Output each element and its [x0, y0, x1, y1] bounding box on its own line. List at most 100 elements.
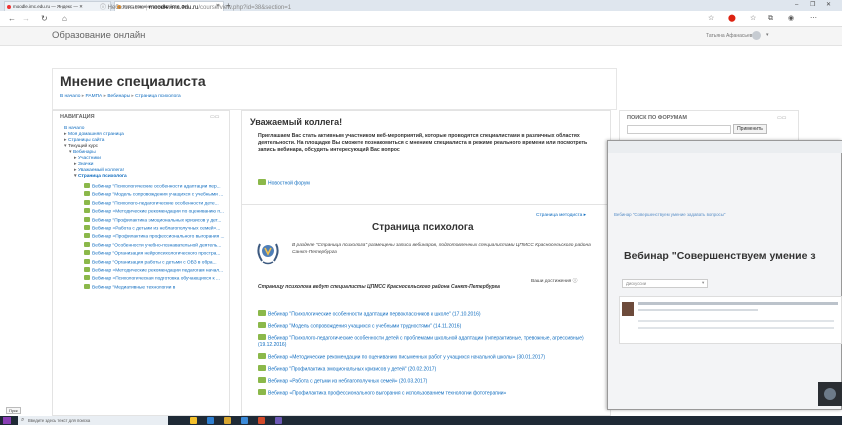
block-toggle-icon[interactable]: ▭▭	[210, 114, 219, 120]
forum-icon	[84, 275, 90, 281]
forum-icon	[84, 241, 90, 247]
forum-icon	[258, 179, 266, 185]
app-icon[interactable]	[275, 417, 282, 424]
forum-icon	[84, 233, 90, 239]
apply-button[interactable]: Применить	[733, 124, 767, 134]
nav-webinar-item[interactable]: Вебинар "Медиативные технологии в	[84, 283, 226, 292]
overlay-title: Вебинар "Совершенствуем умение з	[624, 250, 816, 262]
tab-label: moodle.imc.edu.ru — Яндекс — ✕	[13, 3, 83, 9]
breadcrumb-rampa[interactable]: РАМПА	[86, 94, 103, 99]
nav-webinar-item[interactable]: Вебинар «Профилактика профессионального …	[84, 233, 226, 241]
overlapping-window	[607, 140, 842, 410]
post-body-line	[638, 320, 834, 322]
forum-search-input[interactable]	[627, 125, 731, 134]
video-thumbnail[interactable]	[818, 382, 842, 406]
security-label: Небезопасно	[107, 5, 145, 11]
forum-icon	[84, 208, 90, 214]
nav-webinar-item[interactable]: Вебинар "Психолого-педагогические особен…	[84, 199, 226, 208]
achievements-link[interactable]: Ваши достижения ⓘ	[531, 277, 577, 284]
mail-icon[interactable]	[241, 417, 248, 424]
maximize-button[interactable]: ❐	[810, 0, 815, 11]
forum-icon	[258, 352, 266, 359]
navigation-tree: В начало ▸ Моя домашняя страница ▸ Страниц…	[60, 126, 127, 180]
news-forum-link[interactable]: Новостной форум	[258, 179, 310, 187]
user-menu[interactable]: Татьяна Афанасьева	[706, 33, 755, 39]
yandex-icon	[7, 4, 11, 9]
psychologist-intro: В разделе "Страница психолога" размещены…	[292, 243, 591, 255]
more-icon[interactable]: ⋯	[810, 11, 817, 27]
nav-webinar-item[interactable]: Вебинар «Работа с детьми из неблагополуч…	[84, 224, 226, 233]
forum-icon	[84, 191, 90, 197]
forum-icon	[84, 250, 90, 256]
url-field[interactable]: ⓘ Небезопасно | moodle.imc.edu.ru/course…	[100, 3, 291, 14]
forum-icon	[84, 183, 90, 188]
favorites-icon[interactable]: ☆	[750, 11, 756, 27]
forum-icon	[258, 388, 266, 395]
breadcrumb-psychologist[interactable]: Страница психолога	[135, 94, 181, 99]
nav-webinar-item[interactable]: Вебинар "Психологические особенности ада…	[84, 183, 226, 191]
forum-icon	[84, 283, 90, 289]
webinar-link[interactable]: Вебинар «Профилактика профессионального …	[258, 388, 606, 397]
discussion-select[interactable]: Дискуссии	[622, 279, 708, 288]
breadcrumb-home[interactable]: В начало	[60, 94, 80, 99]
post-meta-line	[638, 309, 758, 311]
overlay-address-bar	[608, 141, 842, 153]
collections-icon[interactable]: ⧉	[768, 11, 773, 27]
forum-icon	[258, 310, 266, 316]
webinar-link[interactable]: Вебинар «Работа с детьми из неблагополуч…	[258, 376, 606, 385]
edge-browser-icon[interactable]	[207, 417, 214, 424]
page-title: Мнение специалиста	[60, 73, 206, 89]
breadcrumb-webinars[interactable]: Вебинары	[107, 94, 130, 99]
taskbar-search[interactable]: Введите здесь текст для поиска	[18, 416, 168, 425]
overlay-breadcrumb[interactable]: Вебинар "Совершенствуем умение задавать …	[614, 212, 725, 217]
webinar-link[interactable]: Вебинар "Модель сопровождения учащихся с…	[258, 322, 606, 330]
nav-webinar-item[interactable]: Вебинар «Методические рекомендации по оц…	[84, 208, 226, 216]
search-icon: ⌕	[21, 417, 25, 423]
refresh-icon[interactable]: ↻	[41, 11, 48, 27]
leaders-text: Страницу психолога ведут специалисты ЦПМ…	[258, 284, 500, 290]
folder-icon[interactable]	[224, 417, 231, 424]
author-photo	[622, 302, 634, 316]
forum-icon	[84, 258, 90, 264]
forward-icon[interactable]: →	[22, 11, 30, 27]
avatar[interactable]	[752, 31, 761, 40]
close-window-button[interactable]: ✕	[826, 0, 831, 11]
webinar-link[interactable]: Вебинар "Психологические особенности ада…	[258, 310, 606, 318]
section-title: Уважаемый коллега!	[250, 117, 343, 127]
nav-webinar-item[interactable]: Вебинар "Особенности учебно-познавательн…	[84, 241, 226, 250]
webinar-link-list: Вебинар "Психологические особенности ада…	[258, 310, 606, 401]
webinar-link[interactable]: Вебинар "Профилактика эмоциональных криз…	[258, 364, 606, 373]
nav-item-psychologist-page[interactable]: ▾ Страница психолога	[60, 174, 127, 180]
extension-icon[interactable]: ⬤	[728, 11, 736, 27]
webinar-link[interactable]: Вебинар «Методические рекомендации по оц…	[258, 352, 606, 361]
start-icon[interactable]	[3, 417, 11, 424]
url-host: moodle.imc.edu.ru	[149, 5, 199, 11]
file-explorer-icon[interactable]	[190, 417, 197, 424]
site-name[interactable]: Образование онлайн	[52, 30, 145, 41]
forum-icon	[84, 266, 90, 272]
forum-search-heading: ПОИСК ПО ФОРУМАМ	[627, 115, 687, 121]
browser-tab-1[interactable]: moodle.imc.edu.ru — Яндекс — ✕	[4, 1, 111, 11]
nav-webinar-item[interactable]: Вебинар "Профилактика эмоциональных криз…	[84, 216, 226, 225]
post-body-line	[638, 327, 834, 329]
navigation-heading: НАВИГАЦИЯ	[60, 114, 95, 120]
nav-webinar-item[interactable]: Вебинар «Психологическая подготовка обуч…	[84, 275, 226, 283]
nav-webinar-item[interactable]: Вебинар "Модель сопровождения учащихся с…	[84, 191, 226, 199]
favorite-star-icon[interactable]: ☆	[708, 11, 714, 27]
block-toggle-icon[interactable]: ▭▭	[777, 115, 786, 121]
forum-icon	[84, 216, 90, 222]
forum-icon	[258, 364, 266, 371]
profile-icon[interactable]: ◉	[788, 11, 794, 27]
app-icon[interactable]	[258, 417, 265, 424]
minimize-button[interactable]: –	[795, 0, 798, 11]
nav-webinar-list: Вебинар "Психологические особенности ада…	[84, 183, 226, 292]
nav-webinar-item[interactable]: Вебинар «Методические рекомендации педаг…	[84, 266, 226, 275]
forum-icon	[258, 334, 266, 340]
back-icon[interactable]: ←	[8, 11, 16, 27]
nav-webinar-item[interactable]: Вебинар "Организация нейропсихологическо…	[84, 250, 226, 258]
methodist-page-link[interactable]: Страница методиста ▸	[536, 213, 586, 218]
nav-webinar-item[interactable]: Вебинар "Организация работы с детьми с О…	[84, 258, 226, 267]
home-icon[interactable]: ⌂	[62, 11, 67, 27]
webinar-link[interactable]: Вебинар "Психолого-педагогические особен…	[258, 334, 606, 349]
chevron-down-icon[interactable]: ▾	[766, 32, 769, 38]
